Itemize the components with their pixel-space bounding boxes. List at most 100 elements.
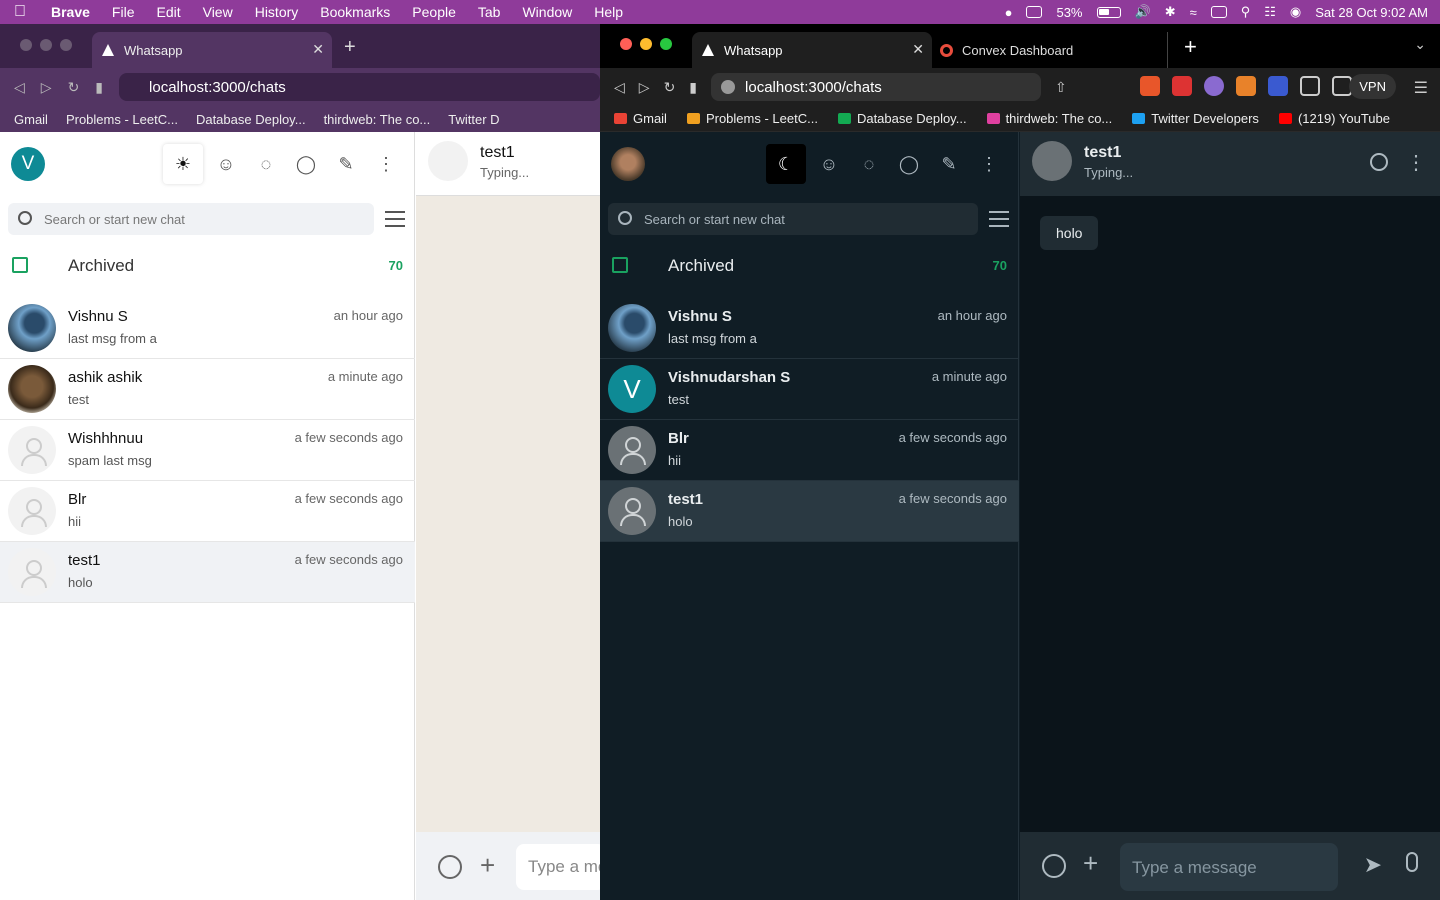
forward-icon[interactable]: ▷	[41, 79, 52, 96]
bookmark-database[interactable]: Database Deploy...	[196, 112, 306, 127]
bookmark-thirdweb[interactable]: thirdweb: The co...	[324, 112, 431, 127]
browser-menu-icon[interactable]: ☰	[1414, 78, 1428, 98]
chat-list-item[interactable]: Vishnu S an hour ago last msg from a	[0, 298, 415, 359]
attach-plus-icon[interactable]: +	[480, 850, 495, 881]
new-chat-icon[interactable]: ✎	[329, 144, 363, 184]
chat-list-item-selected[interactable]: test1 a few seconds ago holo	[0, 542, 415, 603]
close-tab-icon[interactable]: ✕	[312, 41, 324, 58]
close-window-icon[interactable]	[620, 38, 632, 50]
avatar[interactable]	[611, 147, 645, 181]
display-icon[interactable]	[1026, 6, 1043, 18]
menu-bookmarks[interactable]: Bookmarks	[309, 4, 401, 20]
bookmark-leetcode[interactable]: Problems - LeetC...	[66, 112, 178, 127]
menu-help[interactable]: Help	[583, 4, 634, 20]
attach-plus-icon[interactable]: +	[1083, 848, 1098, 879]
chat-list-item[interactable]: Blr a few seconds ago hii	[0, 481, 415, 542]
channels-icon[interactable]: ◯	[892, 144, 926, 184]
bookmark-icon[interactable]: ▮	[95, 79, 103, 96]
bookmark-gmail[interactable]: Gmail	[14, 112, 48, 127]
back-icon[interactable]: ◁	[14, 79, 25, 96]
siri-icon[interactable]: ◉	[1290, 4, 1301, 20]
wifi-icon[interactable]: ≈	[1190, 5, 1197, 20]
reload-icon[interactable]: ↻	[664, 79, 676, 96]
metamask-icon[interactable]	[1236, 76, 1256, 96]
zoom-window-icon[interactable]	[660, 38, 672, 50]
close-window-icon[interactable]	[20, 39, 32, 51]
new-tab-icon[interactable]: +	[344, 36, 356, 59]
bookmark-leetcode[interactable]: Problems - LeetC...	[686, 111, 818, 126]
clock[interactable]: Sat 28 Oct 9:02 AM	[1315, 5, 1428, 20]
contact-name[interactable]: test1	[480, 144, 515, 162]
menu-view[interactable]: View	[192, 4, 244, 20]
menu-kebab-icon[interactable]: ⋮	[1406, 150, 1426, 175]
brave-shields-icon[interactable]	[1140, 76, 1160, 96]
tab-convex-dashboard[interactable]: Convex Dashboard	[938, 32, 1168, 68]
volume-icon[interactable]: 🔊	[1135, 4, 1151, 20]
bookmark-twitter[interactable]: Twitter Developers	[1132, 111, 1259, 126]
menu-history[interactable]: History	[244, 4, 310, 20]
site-info-icon[interactable]	[721, 80, 736, 94]
message-input[interactable]: Type a message	[516, 844, 600, 890]
extension-jh-icon[interactable]	[1268, 76, 1288, 96]
theme-moon-icon[interactable]: ☾	[766, 144, 806, 184]
close-tab-icon[interactable]: ✕	[912, 41, 924, 58]
message-input[interactable]: Type a message	[1120, 843, 1338, 891]
chat-list-item[interactable]: ashik ashik a minute ago test	[0, 359, 415, 420]
reload-icon[interactable]: ↻	[68, 79, 80, 96]
minimize-window-icon[interactable]	[40, 39, 52, 51]
new-chat-icon[interactable]: ✎	[932, 144, 966, 184]
search-input[interactable]: Search or start new chat	[8, 203, 374, 235]
archived-row[interactable]: Archived 70	[600, 246, 1019, 286]
avatar[interactable]: V	[11, 147, 45, 181]
forward-icon[interactable]: ▷	[639, 79, 650, 96]
communities-icon[interactable]: ☺	[812, 144, 846, 184]
contact-avatar[interactable]	[1032, 141, 1072, 181]
menu-file[interactable]: File	[101, 4, 146, 20]
chat-list-item[interactable]: Vishnu S an hour ago last msg from a	[600, 298, 1019, 359]
bookmark-thirdweb[interactable]: thirdweb: The co...	[986, 111, 1112, 126]
share-icon[interactable]: ⇧	[1055, 79, 1067, 96]
emoji-icon[interactable]	[1042, 854, 1066, 878]
tab-whatsapp[interactable]: Whatsapp ✕	[692, 32, 932, 68]
bluetooth-icon[interactable]: ✱	[1165, 4, 1176, 20]
status-icon[interactable]: ◌	[852, 144, 886, 184]
menu-edit[interactable]: Edit	[145, 4, 191, 20]
tab-list-chevron-icon[interactable]: ⌄	[1414, 36, 1426, 53]
status-icon[interactable]: ◌	[249, 144, 283, 184]
search-input[interactable]: Search or start new chat	[608, 203, 978, 235]
menu-tab[interactable]: Tab	[467, 4, 512, 20]
bookmark-youtube[interactable]: (1219) YouTube	[1278, 111, 1390, 126]
theme-sun-icon[interactable]: ☀	[163, 144, 203, 184]
back-icon[interactable]: ◁	[614, 79, 625, 96]
bookmark-gmail[interactable]: Gmail	[614, 111, 667, 126]
extension-icon[interactable]	[1204, 76, 1224, 96]
chat-list-item[interactable]: Blr a few seconds ago hii	[600, 420, 1019, 481]
tab-whatsapp[interactable]: Whatsapp ✕	[92, 32, 332, 68]
keyboard-icon[interactable]	[1210, 6, 1227, 18]
minimize-window-icon[interactable]	[640, 38, 652, 50]
chat-list-item[interactable]: Wishhhnuu a few seconds ago spam last ms…	[0, 420, 415, 481]
spotlight-icon[interactable]: ⚲	[1241, 4, 1251, 20]
microphone-icon[interactable]	[1406, 852, 1418, 872]
menu-window[interactable]: Window	[511, 4, 583, 20]
search-icon[interactable]	[1370, 153, 1388, 171]
contact-name[interactable]: test1	[1084, 144, 1121, 162]
new-tab-icon[interactable]: +	[1184, 34, 1197, 60]
zoom-window-icon[interactable]	[60, 39, 72, 51]
address-bar[interactable]: localhost:3000/chats	[711, 73, 1042, 101]
brave-rewards-icon[interactable]	[1172, 76, 1192, 96]
bookmark-icon[interactable]: ▮	[689, 79, 697, 96]
apple-icon[interactable]: 	[0, 3, 40, 21]
vpn-button[interactable]: VPN	[1349, 74, 1396, 99]
contact-avatar[interactable]	[428, 141, 468, 181]
archived-row[interactable]: Archived 70	[0, 246, 415, 286]
filter-icon[interactable]	[989, 211, 1009, 227]
chat-list-item[interactable]: V Vishnudarshan S a minute ago test	[600, 359, 1019, 420]
communities-icon[interactable]: ☺	[209, 144, 243, 184]
channels-icon[interactable]: ◯	[289, 144, 323, 184]
menu-app-name[interactable]: Brave	[40, 4, 101, 20]
menu-kebab-icon[interactable]: ⋮	[972, 144, 1006, 184]
bookmark-database[interactable]: Database Deploy...	[837, 111, 967, 126]
extensions-puzzle-icon[interactable]	[1300, 76, 1320, 96]
emoji-icon[interactable]	[438, 855, 462, 879]
